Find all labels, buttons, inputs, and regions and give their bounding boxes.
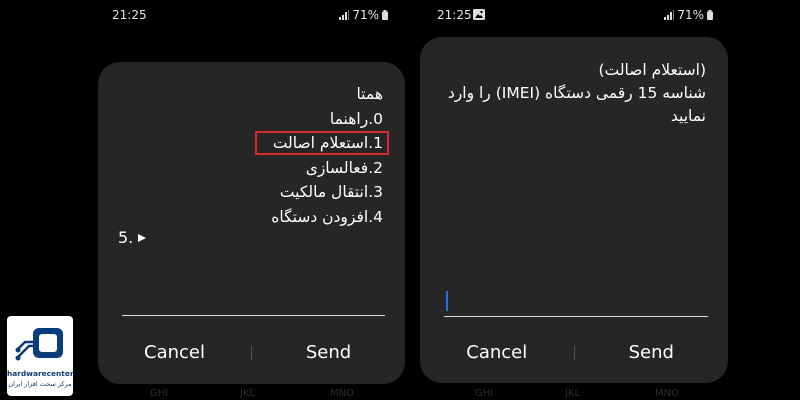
status-bar: 21:25 71% (415, 6, 735, 26)
background-keypad-label: MNO (330, 388, 354, 399)
menu-item-activation: 2.فعالسازی (305, 158, 383, 177)
menu-item-add-device: 4.افزودن دستگاه (271, 207, 383, 226)
prompt-body: شناسه 15 رقمی دستگاه (IMEI) را وارد نمای… (447, 84, 706, 125)
dialog-actions: Cancel Send (420, 342, 728, 363)
menu-title: همتا (356, 85, 383, 103)
cancel-button[interactable]: Cancel (420, 342, 574, 363)
ussd-menu-dialog: همتا 0.راهنما 1.استعلام اصالت 2.فعالسازی… (98, 62, 405, 384)
send-button[interactable]: Send (252, 342, 405, 363)
highlight-box (255, 131, 389, 155)
play-arrow-icon (138, 233, 147, 242)
battery-icon (707, 10, 713, 20)
ussd-menu: همتا 0.راهنما 1.استعلام اصالت 2.فعالسازی… (255, 82, 389, 229)
send-button[interactable]: Send (575, 342, 729, 363)
signal-icon (339, 10, 350, 20)
ussd-prompt: (استعلام اصالت) شناسه 15 رقمی دستگاه (IM… (440, 59, 706, 128)
prompt-title: (استعلام اصالت) (598, 61, 706, 79)
menu-item-more: 5. (118, 228, 147, 247)
battery-icon (382, 10, 388, 20)
ussd-input-dialog: (استعلام اصالت) شناسه 15 رقمی دستگاه (IM… (420, 37, 728, 383)
text-cursor (446, 291, 448, 311)
imei-input[interactable] (444, 316, 708, 317)
background-keypad-label: GHI (150, 388, 169, 399)
left-phone-screen: 21:25 71% GHI JKL MNO همتا 0.راهنما 1.اس… (90, 0, 410, 400)
brand-tagline: مرکز سخت افزار ایران (8, 380, 72, 388)
right-phone-screen: 21:25 71% GHI JKL MNO (استعلام اصالت) شن… (415, 0, 735, 400)
circuit-chip-icon (15, 328, 63, 361)
status-bar: 21:25 71% (90, 6, 410, 26)
background-keypad-label: JKL (240, 388, 256, 399)
dialog-actions: Cancel Send (98, 342, 405, 363)
ussd-reply-input[interactable] (122, 315, 385, 316)
cancel-button[interactable]: Cancel (98, 342, 251, 363)
battery-percent: 71% (677, 8, 704, 22)
hardwarecenter-logo: hardwarecenter.ir مرکز سخت افزار ایران (7, 316, 73, 396)
image-notification-icon (473, 9, 485, 20)
signal-icon (664, 10, 675, 20)
brand-name: hardwarecenter.ir (7, 369, 73, 378)
battery-percent: 71% (352, 8, 379, 22)
status-time: 21:25 (437, 8, 472, 22)
menu-item-help: 0.راهنما (329, 109, 383, 128)
background-keypad-label: JKL (565, 388, 581, 399)
status-time: 21:25 (112, 8, 147, 22)
background-keypad-label: GHI (475, 388, 494, 399)
status-right: 71% (339, 8, 388, 22)
menu-item-authenticity-check: 1.استعلام اصالت (255, 131, 389, 156)
menu-item-ownership-transfer: 3.انتقال مالکیت (279, 183, 383, 201)
status-right: 71% (664, 8, 713, 22)
background-keypad-label: MNO (655, 388, 679, 399)
